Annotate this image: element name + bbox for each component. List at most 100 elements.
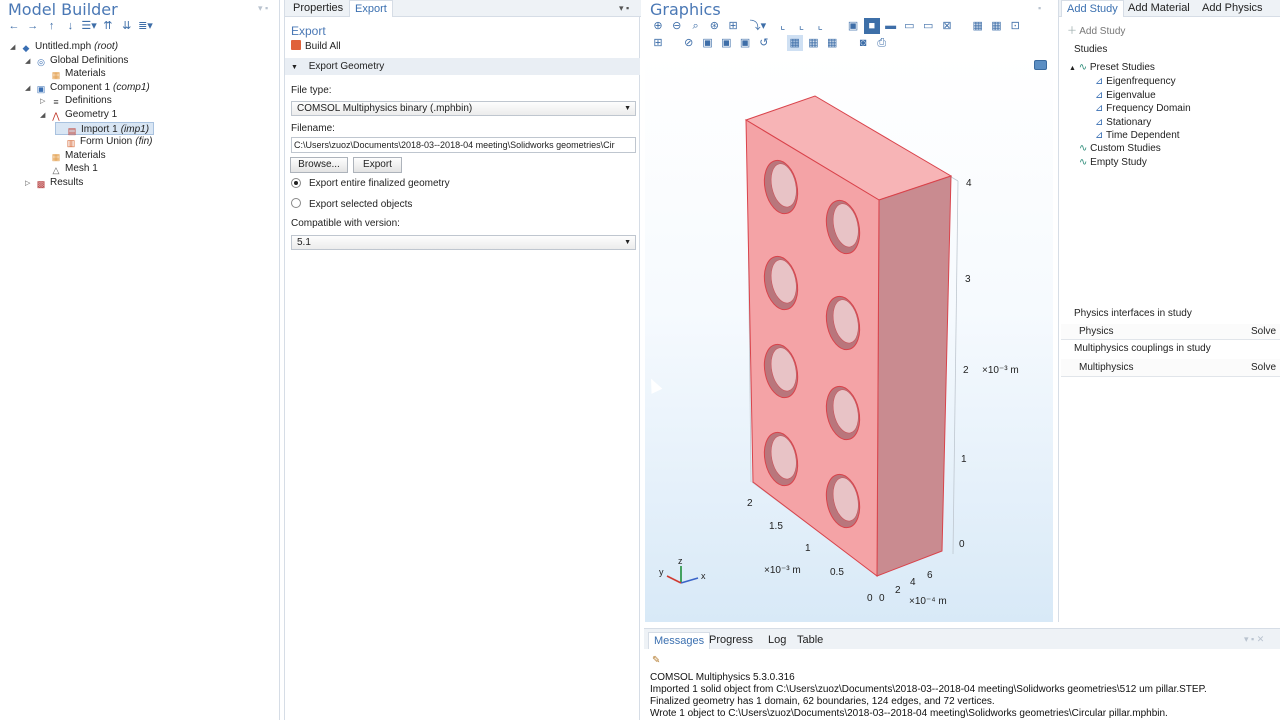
hide-icon[interactable]: ⊘ xyxy=(681,35,697,51)
tree-item[interactable]: ▤ Import 1 (imp1) xyxy=(55,121,155,136)
move-up-icon[interactable]: ↑ xyxy=(44,18,60,34)
select-edges-icon[interactable]: ▭ xyxy=(901,18,917,34)
preset-study-item[interactable]: ⊿ Eigenfrequency xyxy=(1095,75,1176,88)
graphics-canvas[interactable]: 43210 2 1.5 1 0.5 0 0246 ×10⁻³ m ×10⁻³ m ×10… xyxy=(645,54,1053,622)
graphics-panel: Graphics ▪ ⊕ ⊖ ⌕ ⊛ ⊞ ⤵▾ ⌞ ⌞ ⌞ ▣ ■ ▬ ▭ ▭ … xyxy=(644,0,1054,622)
page-title: Export xyxy=(291,24,326,38)
preset-study-item[interactable]: ⊿ Frequency Domain xyxy=(1095,102,1191,115)
empty-study-node[interactable]: ∿ Empty Study xyxy=(1079,156,1147,169)
pin-icon[interactable]: ▾ ▪ xyxy=(258,3,268,14)
zoom-in-icon[interactable]: ⊕ xyxy=(650,18,666,34)
tree-item[interactable]: ◢ ◆ Untitled.mph (root) xyxy=(10,40,118,53)
preset-study-item[interactable]: ⊿ Stationary xyxy=(1095,116,1151,129)
axis-icon[interactable]: ▦ xyxy=(805,35,821,51)
export-button[interactable]: Export xyxy=(353,157,402,173)
zoom-selected-icon[interactable]: ⊛ xyxy=(706,18,722,34)
expand-toggle-icon[interactable]: ◢ xyxy=(10,41,20,54)
expand-toggle-icon[interactable]: ◢ xyxy=(25,82,35,95)
render-icon[interactable]: ▦ xyxy=(989,18,1005,34)
back-arrow-icon[interactable]: ← xyxy=(6,18,22,34)
expand-toggle-icon[interactable]: ◢ xyxy=(25,55,35,68)
custom-studies-node[interactable]: ∿ Custom Studies xyxy=(1079,142,1161,155)
select-domains-icon[interactable]: ■ xyxy=(863,18,880,34)
reset-hiding-icon[interactable]: ▣ xyxy=(737,35,753,51)
studies-tree: ▲ ∿ Preset Studies ⊿ Eigenfrequency ⊿ Eig… xyxy=(1059,60,1279,305)
expand-toggle-icon[interactable]: ▷ xyxy=(40,95,50,108)
transparency-toggle-icon[interactable]: ▦ xyxy=(824,35,840,51)
tab-table[interactable]: Table xyxy=(792,632,828,649)
tree-item[interactable]: ◢ ⋀ Geometry 1 xyxy=(40,108,120,121)
filename-field[interactable]: C:\Users\zuoz\Documents\2018-03--2018-04… xyxy=(291,137,636,153)
tab-export[interactable]: Export xyxy=(349,0,393,17)
tree-item[interactable]: ◢ ▣ Component 1 (comp1) xyxy=(25,81,150,94)
tree-item[interactable]: ▷ ≡ Definitions xyxy=(40,94,115,107)
expand-toggle-icon[interactable]: ◢ xyxy=(40,109,50,122)
axis-triad: z x y xyxy=(659,556,706,584)
radio-export-selected[interactable] xyxy=(291,198,301,208)
preset-studies-node[interactable]: ▲ ∿ Preset Studies xyxy=(1069,61,1155,74)
select-objects-icon[interactable]: ▣ xyxy=(845,18,861,34)
tab-add-material[interactable]: Add Material xyxy=(1123,0,1195,17)
select-points-icon[interactable]: ▭ xyxy=(920,18,936,34)
radio-export-entire[interactable] xyxy=(291,178,301,188)
radio-export-selected-label: Export selected objects xyxy=(309,199,413,210)
move-down-icon[interactable]: ↓ xyxy=(62,18,78,34)
file-type-select[interactable]: COMSOL Multiphysics binary (.mphbin) ▼ xyxy=(291,101,636,116)
x-unit-label: ×10⁻⁴ m xyxy=(909,596,947,607)
collapse-all-icon[interactable]: ⇊ xyxy=(119,18,135,34)
tree-item[interactable]: ▷ ▩ Results xyxy=(25,176,86,189)
print-icon[interactable]: ⎙ xyxy=(874,35,890,51)
tab-progress[interactable]: Progress xyxy=(704,632,758,649)
zoom-extents-icon[interactable]: ⊞ xyxy=(725,18,741,34)
preset-study-item[interactable]: ⊿ Eigenvalue xyxy=(1095,89,1156,102)
tab-log[interactable]: Log xyxy=(763,632,791,649)
camera-icon[interactable]: ◙ xyxy=(855,35,871,51)
expand-toggle-icon[interactable]: ▷ xyxy=(25,177,35,190)
tree-item-label: Results xyxy=(50,177,84,188)
tree-item-label: Definitions xyxy=(65,95,112,107)
tree-item[interactable]: ▦ Materials xyxy=(40,67,109,80)
preset-study-item[interactable]: ⊿ Time Dependent xyxy=(1095,129,1180,142)
clear-messages-icon[interactable]: ✎ xyxy=(652,655,660,666)
show-menu-icon[interactable]: ☰▾ xyxy=(81,18,97,34)
compat-select[interactable]: 5.1 ▼ xyxy=(291,235,636,250)
block-side-face xyxy=(876,175,952,577)
view-yz-icon[interactable]: ⌞ xyxy=(793,18,809,34)
transparency-icon[interactable]: ⊡ xyxy=(1007,18,1023,34)
plus-icon: ＋ xyxy=(1067,26,1077,37)
view-zx-icon[interactable]: ⌞ xyxy=(812,18,828,34)
show-only-icon[interactable]: ▣ xyxy=(700,35,716,51)
show-all-icon[interactable]: ▣ xyxy=(718,35,734,51)
browse-button[interactable]: Browse... xyxy=(290,157,348,173)
view-xy-icon[interactable]: ⌞ xyxy=(775,18,791,34)
tab-messages[interactable]: Messages xyxy=(648,632,711,649)
reset-view-icon[interactable]: ↺ xyxy=(756,35,772,51)
tab-add-physics[interactable]: Add Physics xyxy=(1197,0,1268,17)
section-header[interactable]: ▼ Export Geometry xyxy=(285,58,640,75)
tree-item[interactable]: ▥ Form Union (fin) xyxy=(55,135,153,148)
multiphysics-column-header: Multiphysics xyxy=(1079,362,1134,373)
tab-add-study[interactable]: Add Study xyxy=(1061,0,1124,17)
add-study-button-label: Add Study xyxy=(1079,26,1126,37)
select-all-icon[interactable]: ⊠ xyxy=(939,18,955,34)
zoom-box-icon[interactable]: ⌕ xyxy=(688,18,704,34)
grid-icon[interactable]: ▦ xyxy=(786,35,803,51)
select-boundaries-icon[interactable]: ▬ xyxy=(883,18,899,34)
add-study-button[interactable]: ＋ Add Study xyxy=(1067,22,1125,37)
physics-table-header: Physics Solve xyxy=(1061,324,1280,340)
pin-icon[interactable]: ▪ xyxy=(1038,3,1041,13)
view-options-icon[interactable]: ≣▾ xyxy=(137,18,153,34)
zoom-out-icon[interactable]: ⊖ xyxy=(669,18,685,34)
views-icon[interactable]: ⤵▾ xyxy=(744,18,772,34)
expand-all-icon[interactable]: ⇈ xyxy=(100,18,116,34)
build-all-button[interactable]: Build All xyxy=(291,40,341,53)
tree-item[interactable]: △ Mesh 1 xyxy=(40,162,101,175)
pin-icon[interactable]: ▾ ▪ xyxy=(619,3,629,14)
tab-properties[interactable]: Properties xyxy=(288,0,348,17)
tree-item[interactable]: ◢ ◎ Global Definitions xyxy=(25,54,131,67)
wireframe-icon[interactable]: ⊞ xyxy=(650,35,666,51)
minimize-icon[interactable]: ▾ ▪ ✕ xyxy=(1244,634,1264,645)
scene-light-icon[interactable]: ▦ xyxy=(970,18,986,34)
tree-item[interactable]: ▦ Materials xyxy=(40,149,109,162)
forward-arrow-icon[interactable]: → xyxy=(25,18,41,34)
